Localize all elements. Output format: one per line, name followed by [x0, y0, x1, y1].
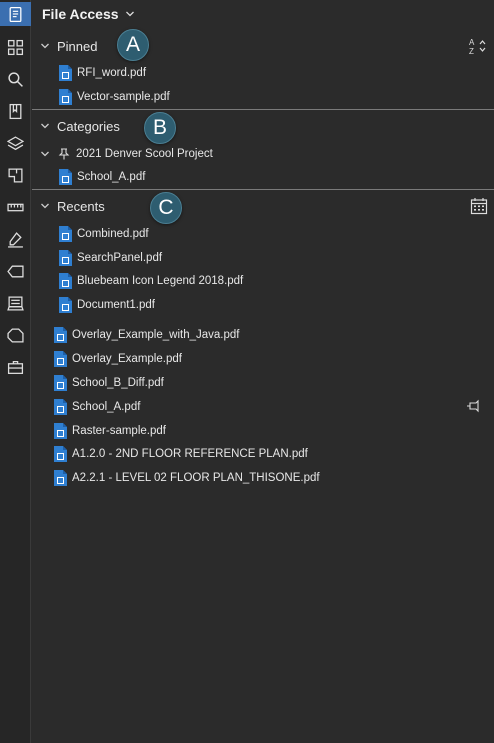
signatures-icon[interactable]: [0, 227, 31, 251]
list-item[interactable]: School_A.pdf: [54, 396, 140, 418]
section-divider: [32, 109, 494, 110]
pdf-file-icon: [54, 423, 67, 439]
pdf-file-icon: [59, 169, 72, 185]
category-group-label: 2021 Denver Scool Project: [76, 148, 213, 160]
studio-icon[interactable]: [0, 291, 31, 315]
pdf-file-icon: [59, 297, 72, 313]
list-item[interactable]: RFI_word.pdf: [59, 62, 146, 84]
pdf-file-icon: [54, 375, 67, 391]
chevron-down-icon: [41, 203, 49, 209]
section-pinned-header[interactable]: Pinned: [32, 36, 97, 56]
pdf-file-icon: [59, 226, 72, 242]
pdf-file-icon: [54, 470, 67, 486]
list-item[interactable]: School_A.pdf: [59, 166, 145, 188]
pdf-file-icon: [59, 273, 72, 289]
spaces-icon[interactable]: [0, 163, 31, 187]
section-pinned-label: Pinned: [57, 38, 98, 54]
list-item[interactable]: Document1.pdf: [59, 294, 155, 316]
panel-title-label: File Access: [42, 6, 119, 22]
callout-b: B: [144, 112, 176, 144]
bookmarks-icon[interactable]: [0, 99, 31, 123]
list-item[interactable]: Vector-sample.pdf: [59, 86, 170, 108]
pdf-file-icon: [59, 65, 72, 81]
chevron-down-icon: [41, 151, 49, 157]
pin-icon[interactable]: [466, 398, 482, 414]
section-categories-label: Categories: [57, 118, 120, 134]
section-recents-header[interactable]: Recents: [32, 196, 105, 216]
pdf-file-icon: [54, 399, 67, 415]
layers-icon[interactable]: [0, 131, 31, 155]
list-item[interactable]: School_B_Diff.pdf: [54, 372, 164, 394]
svg-text:Z: Z: [469, 47, 474, 56]
sort-alpha-icon[interactable]: A Z: [468, 36, 488, 56]
properties-icon[interactable]: [0, 323, 31, 347]
file-access-icon[interactable]: [0, 2, 31, 26]
list-item[interactable]: A2.2.1 - LEVEL 02 FLOOR PLAN_THISONE.pdf: [54, 467, 320, 489]
thumbnails-icon[interactable]: [0, 35, 31, 59]
section-recents-label: Recents: [57, 198, 105, 214]
panel-title[interactable]: File Access: [42, 6, 135, 22]
chevron-down-icon: [125, 11, 134, 17]
pdf-file-icon: [54, 327, 67, 343]
chevron-down-icon: [41, 43, 49, 49]
file-access-panel: File Access Pinned A A Z RFI_word.pdf Ve…: [32, 0, 494, 743]
pdf-file-icon: [59, 89, 72, 105]
pdf-file-icon: [54, 446, 67, 462]
section-divider: [32, 189, 494, 190]
calendar-icon[interactable]: [470, 197, 488, 215]
search-icon[interactable]: [0, 67, 31, 91]
callout-a: A: [117, 29, 149, 61]
list-item[interactable]: SearchPanel.pdf: [59, 247, 162, 269]
chevron-down-icon: [41, 123, 49, 129]
svg-text:A: A: [469, 38, 475, 47]
list-item[interactable]: Bluebeam Icon Legend 2018.pdf: [59, 270, 243, 292]
list-item[interactable]: Combined.pdf: [59, 223, 149, 245]
tags-icon[interactable]: [0, 259, 31, 283]
section-categories-header[interactable]: Categories: [32, 116, 120, 136]
list-item[interactable]: A1.2.0 - 2ND FLOOR REFERENCE PLAN.pdf: [54, 443, 308, 465]
tool-rail: [0, 0, 31, 743]
list-item[interactable]: Raster-sample.pdf: [54, 420, 166, 442]
list-item[interactable]: Overlay_Example_with_Java.pdf: [54, 324, 239, 346]
list-item[interactable]: Overlay_Example.pdf: [54, 348, 182, 370]
pdf-file-icon: [59, 250, 72, 266]
category-group[interactable]: 2021 Denver Scool Project: [40, 143, 213, 165]
toolchest-icon[interactable]: [0, 355, 31, 379]
pdf-file-icon: [54, 351, 67, 367]
measurements-icon[interactable]: [0, 195, 31, 219]
pin-icon: [58, 148, 70, 160]
callout-c: C: [150, 192, 182, 224]
